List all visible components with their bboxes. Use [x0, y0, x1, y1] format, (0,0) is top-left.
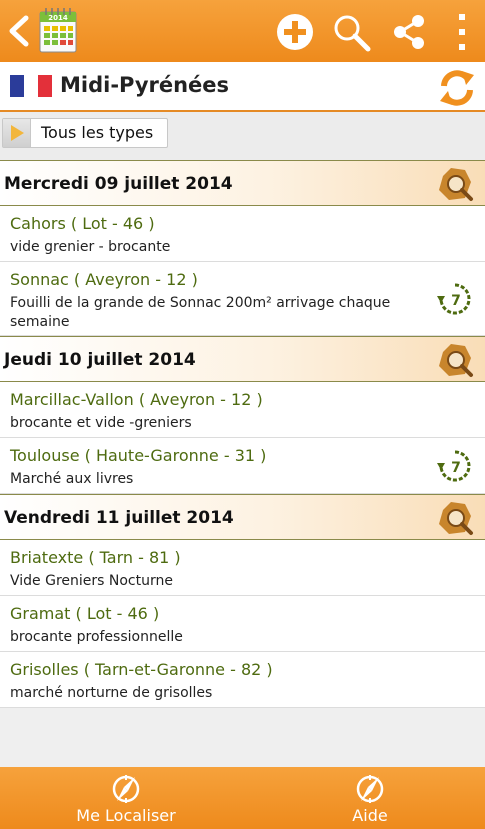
event-title: Sonnac ( Aveyron - 12 )	[10, 270, 198, 289]
locate-me-button[interactable]: Me Localiser	[6, 767, 246, 829]
event-item[interactable]: Briatexte ( Tarn - 81 ) Vide Greniers No…	[0, 540, 485, 596]
day-header: Vendredi 11 juillet 2014	[0, 494, 485, 540]
event-title: Marcillac-Vallon ( Aveyron - 12 )	[10, 390, 263, 409]
event-list: Mercredi 09 juillet 2014 Cahors ( Lot - …	[0, 160, 485, 708]
event-item[interactable]: Sonnac ( Aveyron - 12 ) Fouilli de la gr…	[0, 262, 485, 336]
help-button[interactable]: Aide	[250, 767, 485, 829]
calendar-logo-icon[interactable]: 2014	[38, 6, 78, 54]
weekly-badge: 7	[451, 293, 461, 309]
event-title: Briatexte ( Tarn - 81 )	[10, 548, 181, 567]
region-title: Midi-Pyrénées	[60, 73, 230, 97]
event-description: Marché aux livres	[10, 471, 134, 487]
event-description: brocante et vide -greniers	[10, 415, 192, 431]
event-item[interactable]: Toulouse ( Haute-Garonne - 31 ) Marché a…	[0, 438, 485, 494]
weekly-recurrence-icon: 7	[437, 448, 473, 484]
compass-icon	[111, 773, 141, 805]
bottom-bar: Me Localiser Aide	[0, 767, 485, 829]
share-icon[interactable]	[392, 14, 426, 50]
event-item[interactable]: Grisolles ( Tarn-et-Garonne - 82 ) march…	[0, 652, 485, 708]
help-label: Aide	[352, 806, 388, 825]
back-icon[interactable]	[4, 14, 36, 48]
more-icon[interactable]	[452, 12, 472, 52]
play-icon	[3, 119, 31, 147]
refresh-icon[interactable]	[436, 67, 478, 109]
weekly-badge: 7	[451, 460, 461, 476]
event-title: Cahors ( Lot - 46 )	[10, 214, 155, 233]
event-description: marché norturne de grisolles	[10, 685, 213, 701]
region-bar: Midi-Pyrénées	[0, 62, 485, 112]
day-label: Mercredi 09 juillet 2014	[4, 174, 233, 194]
map-search-icon[interactable]	[435, 164, 475, 204]
day-header: Jeudi 10 juillet 2014	[0, 336, 485, 382]
compass-icon	[355, 773, 385, 805]
event-item[interactable]: Marcillac-Vallon ( Aveyron - 12 ) brocan…	[0, 382, 485, 438]
event-title: Toulouse ( Haute-Garonne - 31 )	[10, 446, 267, 465]
map-search-icon[interactable]	[435, 340, 475, 380]
event-title: Grisolles ( Tarn-et-Garonne - 82 )	[10, 660, 273, 679]
day-label: Jeudi 10 juillet 2014	[4, 350, 196, 370]
event-description: brocante professionnelle	[10, 629, 183, 645]
event-item[interactable]: Gramat ( Lot - 46 ) brocante professionn…	[0, 596, 485, 652]
add-icon[interactable]	[276, 13, 314, 51]
action-bar: 2014	[0, 0, 485, 62]
type-filter-label: Tous les types	[41, 123, 154, 142]
day-header: Mercredi 09 juillet 2014	[0, 160, 485, 206]
event-description: Vide Greniers Nocturne	[10, 573, 173, 589]
event-description: vide grenier - brocante	[10, 239, 171, 255]
search-icon[interactable]	[332, 13, 372, 53]
weekly-recurrence-icon: 7	[437, 281, 473, 317]
france-flag-icon	[10, 75, 52, 97]
event-description: Fouilli de la grande de Sonnac 200m² arr…	[10, 295, 391, 330]
logo-year: 2014	[48, 14, 68, 22]
event-title: Gramat ( Lot - 46 )	[10, 604, 160, 623]
type-filter-button[interactable]: Tous les types	[2, 118, 168, 148]
map-search-icon[interactable]	[435, 498, 475, 538]
day-label: Vendredi 11 juillet 2014	[4, 508, 234, 528]
event-item[interactable]: Cahors ( Lot - 46 ) vide grenier - broca…	[0, 206, 485, 262]
locate-me-label: Me Localiser	[76, 806, 176, 825]
filter-row: Tous les types	[0, 112, 485, 160]
